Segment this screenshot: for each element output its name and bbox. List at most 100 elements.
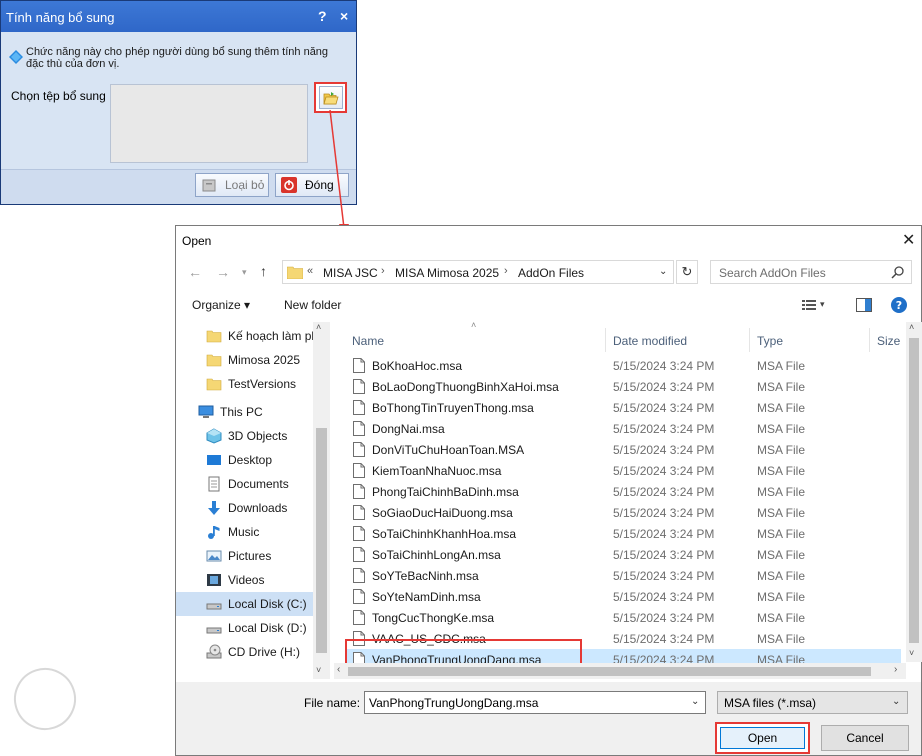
list-scroll-thumb[interactable] [909, 338, 919, 643]
nav-item-desktop[interactable]: Desktop [206, 448, 313, 472]
help-icon[interactable]: ? [891, 297, 907, 313]
organize-button[interactable]: Organize ▾ [192, 298, 250, 312]
file-row[interactable]: DonViTuChuHoanToan.MSA 5/15/2024 3:24 PM M… [346, 439, 901, 460]
view-dropdown-icon[interactable]: ▾ [820, 299, 825, 310]
file-row[interactable]: SoGiaoDucHaiDuong.msa 5/15/2024 3:24 PM MS… [346, 502, 901, 523]
chevron-down-icon[interactable]: ⌄ [659, 266, 667, 277]
browse-button[interactable] [314, 82, 347, 113]
dialog-footer: File name: VanPhongTrungUongDang.msa ⌄ M… [176, 682, 921, 755]
cancel-button[interactable]: Cancel [821, 725, 909, 751]
nav-item-this-pc[interactable]: This PC [198, 400, 313, 424]
column-name[interactable]: Name [352, 334, 384, 348]
file-type-select[interactable]: MSA files (*.msa) ⌄ [717, 691, 908, 714]
column-divider [749, 328, 750, 352]
close-icon[interactable]: × [340, 8, 348, 24]
file-row[interactable]: DongNai.msa 5/15/2024 3:24 PM MSA File [346, 418, 901, 439]
forward-arrow-icon[interactable]: → [216, 264, 230, 280]
nav-item-3d-objects[interactable]: 3D Objects [206, 424, 313, 448]
file-type-value: MSA files (*.msa) [724, 696, 817, 710]
nav-label: Downloads [228, 501, 288, 515]
file-type: MSA File [757, 506, 806, 520]
file-name-input[interactable]: VanPhongTrungUongDang.msa ⌄ [364, 691, 706, 714]
column-divider [605, 328, 606, 352]
file-name-label: File name: [304, 696, 361, 710]
nav-item-music[interactable]: Music [206, 520, 313, 544]
back-arrow-icon[interactable]: ← [188, 264, 202, 280]
open-button[interactable]: Open [715, 722, 810, 754]
watermark-seal [5, 659, 85, 739]
preview-pane-icon[interactable] [856, 298, 872, 312]
file-row[interactable]: SoYteNamDinh.msa 5/15/2024 3:24 PM MSA Fil… [346, 586, 901, 607]
column-date-modified[interactable]: Date modified [613, 334, 687, 348]
file-date: 5/15/2024 3:24 PM [613, 590, 715, 604]
file-row[interactable]: TongCucThongKe.msa 5/15/2024 3:24 PM MSA F… [346, 607, 901, 628]
nav-item-testversions[interactable]: TestVersions [206, 372, 314, 396]
breadcrumb-mimosa[interactable]: MISA Mimosa 2025 [395, 266, 499, 280]
breadcrumb-overflow[interactable]: « [307, 265, 313, 277]
nav-item-mimosa[interactable]: Mimosa 2025 [206, 348, 314, 372]
nav-item-ke-hoach[interactable]: Kế hoạch làm ph [206, 324, 314, 348]
nav-label: Mimosa 2025 [228, 353, 301, 367]
nav-item-local-disk-d[interactable]: Local Disk (D:) [206, 616, 313, 640]
scroll-right-icon[interactable]: › [894, 664, 897, 675]
chevron-down-icon: ⌄ [892, 696, 901, 707]
scroll-up-icon[interactable]: ˄ [909, 322, 914, 332]
file-row[interactable]: SoTaiChinhKhanhHoa.msa 5/15/2024 3:24 PM M… [346, 523, 901, 544]
file-date: 5/15/2024 3:24 PM [613, 527, 715, 541]
scroll-down-icon[interactable]: ˅ [909, 648, 914, 658]
file-type: MSA File [757, 527, 806, 541]
hscroll-thumb[interactable] [348, 667, 871, 676]
file-row[interactable]: BoThongTinTruyenThong.msa 5/15/2024 3:24 … [346, 397, 901, 418]
list-horizontal-scrollbar[interactable]: ‹ › [334, 663, 906, 679]
nav-scroll-thumb[interactable] [316, 428, 327, 653]
nav-label: Pictures [228, 549, 272, 563]
nav-item-local-disk-c[interactable]: Local Disk (C:) [176, 592, 313, 616]
file-icon [353, 526, 365, 541]
file-name: BoLaoDongThuongBinhXaHoi.msa [372, 380, 559, 394]
drive-icon [206, 627, 222, 634]
close-icon[interactable]: ✕ [902, 230, 915, 250]
search-icon [891, 266, 904, 279]
file-row[interactable]: KiemToanNhaNuoc.msa 5/15/2024 3:24 PM MSA … [346, 460, 901, 481]
chevron-down-icon[interactable]: ⌄ [691, 696, 699, 707]
list-vertical-scrollbar[interactable]: ˄ ˅ [906, 322, 922, 662]
remove-button[interactable]: Loại bỏ [195, 173, 269, 197]
file-row[interactable]: BoKhoaHoc.msa 5/15/2024 3:24 PM MSA File [346, 355, 901, 376]
nav-item-cd-drive[interactable]: CD Drive (H:) [206, 640, 313, 664]
recent-locations-icon[interactable]: ▾ [242, 267, 247, 278]
breadcrumb-addon-files[interactable]: AddOn Files [518, 266, 584, 280]
cancel-label: Cancel [846, 731, 884, 745]
file-row[interactable]: SoYTeBacNinh.msa 5/15/2024 3:24 PM MSA Fil… [346, 565, 901, 586]
nav-item-documents[interactable]: Documents [206, 472, 313, 496]
scroll-up-icon[interactable]: ˄ [316, 322, 321, 332]
refresh-button[interactable]: ↻ [676, 260, 698, 284]
search-box[interactable]: Search AddOn Files [710, 260, 912, 284]
file-row[interactable]: SoTaiChinhLongAn.msa 5/15/2024 3:24 PM MSA… [346, 544, 901, 565]
file-date: 5/15/2024 3:24 PM [613, 548, 715, 562]
new-folder-button[interactable]: New folder [284, 298, 341, 312]
file-name: BoThongTinTruyenThong.msa [372, 401, 534, 415]
file-type: MSA File [757, 611, 806, 625]
remove-icon [202, 179, 216, 192]
nav-item-pictures[interactable]: Pictures [206, 544, 313, 568]
scroll-left-icon[interactable]: ‹ [337, 664, 340, 675]
up-arrow-icon[interactable]: ↑ [260, 263, 267, 279]
scroll-down-icon[interactable]: ˅ [316, 665, 321, 675]
drive-icon [206, 603, 222, 610]
file-icon [353, 463, 365, 478]
file-list-box[interactable] [110, 84, 308, 163]
address-bar[interactable]: « MISA JSC › MISA Mimosa 2025 › AddOn Fi… [282, 260, 674, 284]
file-row[interactable]: BoLaoDongThuongBinhXaHoi.msa 5/15/2024 3:… [346, 376, 901, 397]
file-type: MSA File [757, 380, 806, 394]
nav-scrollbar[interactable]: ˄ ˅ [313, 322, 330, 679]
file-date: 5/15/2024 3:24 PM [613, 422, 715, 436]
breadcrumb-misa-jsc[interactable]: MISA JSC [323, 266, 378, 280]
file-row[interactable]: PhongTaiChinhBaDinh.msa 5/15/2024 3:24 PM… [346, 481, 901, 502]
nav-item-downloads[interactable]: Downloads [206, 496, 313, 520]
view-options-icon[interactable] [802, 299, 816, 311]
help-button[interactable]: ? [318, 8, 327, 24]
column-size[interactable]: Size [877, 334, 900, 348]
nav-item-videos[interactable]: Videos [206, 568, 313, 592]
column-type[interactable]: Type [757, 334, 783, 348]
file-name: SoTaiChinhKhanhHoa.msa [372, 527, 517, 541]
